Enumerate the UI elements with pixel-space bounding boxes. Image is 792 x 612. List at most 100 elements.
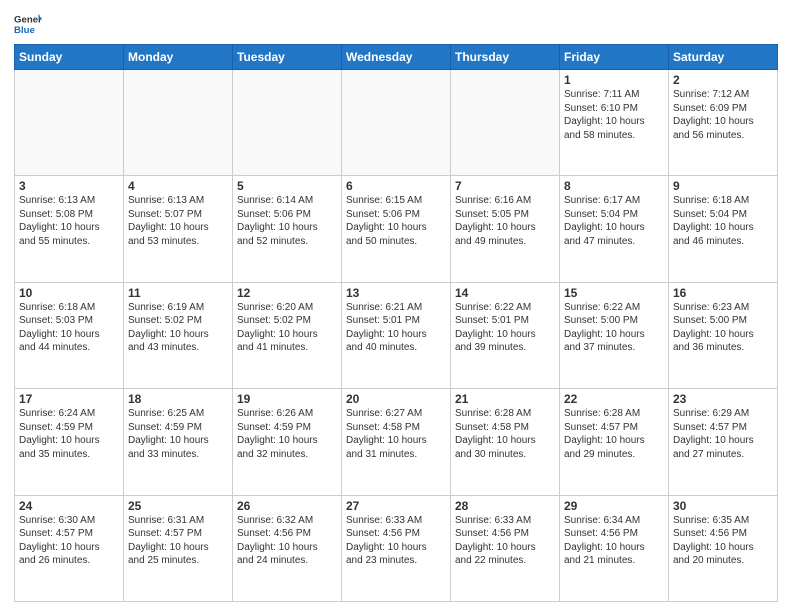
calendar-cell: 23Sunrise: 6:29 AMSunset: 4:57 PMDayligh…	[669, 389, 778, 495]
day-info: Sunrise: 6:29 AMSunset: 4:57 PMDaylight:…	[673, 407, 773, 461]
day-info: Sunrise: 6:28 AMSunset: 4:57 PMDaylight:…	[564, 407, 664, 461]
day-info: Sunrise: 6:25 AMSunset: 4:59 PMDaylight:…	[128, 407, 228, 461]
day-number: 23	[673, 392, 773, 406]
calendar-cell: 28Sunrise: 6:33 AMSunset: 4:56 PMDayligh…	[451, 495, 560, 601]
weekday-header-saturday: Saturday	[669, 45, 778, 70]
header: General Blue	[14, 10, 778, 38]
calendar-cell: 6Sunrise: 6:15 AMSunset: 5:06 PMDaylight…	[342, 176, 451, 282]
calendar-cell: 27Sunrise: 6:33 AMSunset: 4:56 PMDayligh…	[342, 495, 451, 601]
weekday-header-friday: Friday	[560, 45, 669, 70]
day-number: 13	[346, 286, 446, 300]
day-info: Sunrise: 6:27 AMSunset: 4:58 PMDaylight:…	[346, 407, 446, 461]
calendar-cell: 15Sunrise: 6:22 AMSunset: 5:00 PMDayligh…	[560, 282, 669, 388]
day-info: Sunrise: 6:24 AMSunset: 4:59 PMDaylight:…	[19, 407, 119, 461]
week-row-1: 1Sunrise: 7:11 AMSunset: 6:10 PMDaylight…	[15, 70, 778, 176]
day-number: 21	[455, 392, 555, 406]
calendar-cell: 9Sunrise: 6:18 AMSunset: 5:04 PMDaylight…	[669, 176, 778, 282]
week-row-2: 3Sunrise: 6:13 AMSunset: 5:08 PMDaylight…	[15, 176, 778, 282]
calendar-cell: 16Sunrise: 6:23 AMSunset: 5:00 PMDayligh…	[669, 282, 778, 388]
calendar-cell: 22Sunrise: 6:28 AMSunset: 4:57 PMDayligh…	[560, 389, 669, 495]
calendar-table: SundayMondayTuesdayWednesdayThursdayFrid…	[14, 44, 778, 602]
day-number: 28	[455, 499, 555, 513]
calendar-cell: 24Sunrise: 6:30 AMSunset: 4:57 PMDayligh…	[15, 495, 124, 601]
day-number: 15	[564, 286, 664, 300]
calendar-cell: 29Sunrise: 6:34 AMSunset: 4:56 PMDayligh…	[560, 495, 669, 601]
day-number: 10	[19, 286, 119, 300]
calendar-cell: 17Sunrise: 6:24 AMSunset: 4:59 PMDayligh…	[15, 389, 124, 495]
calendar-cell: 19Sunrise: 6:26 AMSunset: 4:59 PMDayligh…	[233, 389, 342, 495]
day-number: 8	[564, 179, 664, 193]
day-info: Sunrise: 6:32 AMSunset: 4:56 PMDaylight:…	[237, 514, 337, 568]
day-number: 11	[128, 286, 228, 300]
day-info: Sunrise: 6:28 AMSunset: 4:58 PMDaylight:…	[455, 407, 555, 461]
day-info: Sunrise: 7:12 AMSunset: 6:09 PMDaylight:…	[673, 88, 773, 142]
calendar-cell	[124, 70, 233, 176]
day-info: Sunrise: 6:31 AMSunset: 4:57 PMDaylight:…	[128, 514, 228, 568]
calendar-cell: 3Sunrise: 6:13 AMSunset: 5:08 PMDaylight…	[15, 176, 124, 282]
day-info: Sunrise: 6:14 AMSunset: 5:06 PMDaylight:…	[237, 194, 337, 248]
calendar-cell: 12Sunrise: 6:20 AMSunset: 5:02 PMDayligh…	[233, 282, 342, 388]
calendar-cell: 20Sunrise: 6:27 AMSunset: 4:58 PMDayligh…	[342, 389, 451, 495]
day-number: 20	[346, 392, 446, 406]
day-number: 7	[455, 179, 555, 193]
day-info: Sunrise: 6:34 AMSunset: 4:56 PMDaylight:…	[564, 514, 664, 568]
calendar-cell	[15, 70, 124, 176]
calendar-cell	[233, 70, 342, 176]
day-info: Sunrise: 6:18 AMSunset: 5:03 PMDaylight:…	[19, 301, 119, 355]
day-info: Sunrise: 6:13 AMSunset: 5:07 PMDaylight:…	[128, 194, 228, 248]
day-number: 16	[673, 286, 773, 300]
day-number: 29	[564, 499, 664, 513]
week-row-5: 24Sunrise: 6:30 AMSunset: 4:57 PMDayligh…	[15, 495, 778, 601]
day-info: Sunrise: 6:26 AMSunset: 4:59 PMDaylight:…	[237, 407, 337, 461]
day-info: Sunrise: 6:16 AMSunset: 5:05 PMDaylight:…	[455, 194, 555, 248]
day-info: Sunrise: 6:22 AMSunset: 5:00 PMDaylight:…	[564, 301, 664, 355]
calendar-cell: 2Sunrise: 7:12 AMSunset: 6:09 PMDaylight…	[669, 70, 778, 176]
logo-icon: General Blue	[14, 10, 42, 38]
day-info: Sunrise: 6:21 AMSunset: 5:01 PMDaylight:…	[346, 301, 446, 355]
day-number: 4	[128, 179, 228, 193]
svg-text:Blue: Blue	[14, 25, 35, 36]
day-number: 25	[128, 499, 228, 513]
day-number: 6	[346, 179, 446, 193]
day-info: Sunrise: 6:15 AMSunset: 5:06 PMDaylight:…	[346, 194, 446, 248]
calendar-cell: 21Sunrise: 6:28 AMSunset: 4:58 PMDayligh…	[451, 389, 560, 495]
day-number: 5	[237, 179, 337, 193]
day-info: Sunrise: 6:33 AMSunset: 4:56 PMDaylight:…	[455, 514, 555, 568]
day-number: 1	[564, 73, 664, 87]
week-row-4: 17Sunrise: 6:24 AMSunset: 4:59 PMDayligh…	[15, 389, 778, 495]
day-number: 3	[19, 179, 119, 193]
day-info: Sunrise: 6:35 AMSunset: 4:56 PMDaylight:…	[673, 514, 773, 568]
day-number: 26	[237, 499, 337, 513]
weekday-header-wednesday: Wednesday	[342, 45, 451, 70]
day-number: 22	[564, 392, 664, 406]
day-number: 27	[346, 499, 446, 513]
calendar-cell: 7Sunrise: 6:16 AMSunset: 5:05 PMDaylight…	[451, 176, 560, 282]
day-number: 30	[673, 499, 773, 513]
day-info: Sunrise: 6:17 AMSunset: 5:04 PMDaylight:…	[564, 194, 664, 248]
day-info: Sunrise: 6:20 AMSunset: 5:02 PMDaylight:…	[237, 301, 337, 355]
svg-text:General: General	[14, 14, 42, 25]
logo: General Blue	[14, 10, 42, 38]
day-info: Sunrise: 6:18 AMSunset: 5:04 PMDaylight:…	[673, 194, 773, 248]
calendar-cell: 11Sunrise: 6:19 AMSunset: 5:02 PMDayligh…	[124, 282, 233, 388]
day-number: 14	[455, 286, 555, 300]
calendar-cell: 14Sunrise: 6:22 AMSunset: 5:01 PMDayligh…	[451, 282, 560, 388]
calendar-cell: 26Sunrise: 6:32 AMSunset: 4:56 PMDayligh…	[233, 495, 342, 601]
calendar-cell: 8Sunrise: 6:17 AMSunset: 5:04 PMDaylight…	[560, 176, 669, 282]
week-row-3: 10Sunrise: 6:18 AMSunset: 5:03 PMDayligh…	[15, 282, 778, 388]
day-number: 9	[673, 179, 773, 193]
day-info: Sunrise: 6:19 AMSunset: 5:02 PMDaylight:…	[128, 301, 228, 355]
day-number: 19	[237, 392, 337, 406]
calendar-cell: 30Sunrise: 6:35 AMSunset: 4:56 PMDayligh…	[669, 495, 778, 601]
day-info: Sunrise: 6:30 AMSunset: 4:57 PMDaylight:…	[19, 514, 119, 568]
calendar-cell: 13Sunrise: 6:21 AMSunset: 5:01 PMDayligh…	[342, 282, 451, 388]
weekday-header-sunday: Sunday	[15, 45, 124, 70]
calendar-cell: 5Sunrise: 6:14 AMSunset: 5:06 PMDaylight…	[233, 176, 342, 282]
calendar-cell: 18Sunrise: 6:25 AMSunset: 4:59 PMDayligh…	[124, 389, 233, 495]
day-number: 2	[673, 73, 773, 87]
weekday-header-row: SundayMondayTuesdayWednesdayThursdayFrid…	[15, 45, 778, 70]
calendar-cell: 25Sunrise: 6:31 AMSunset: 4:57 PMDayligh…	[124, 495, 233, 601]
day-number: 24	[19, 499, 119, 513]
day-info: Sunrise: 6:13 AMSunset: 5:08 PMDaylight:…	[19, 194, 119, 248]
page: General Blue SundayMondayTuesdayWednesda…	[0, 0, 792, 612]
